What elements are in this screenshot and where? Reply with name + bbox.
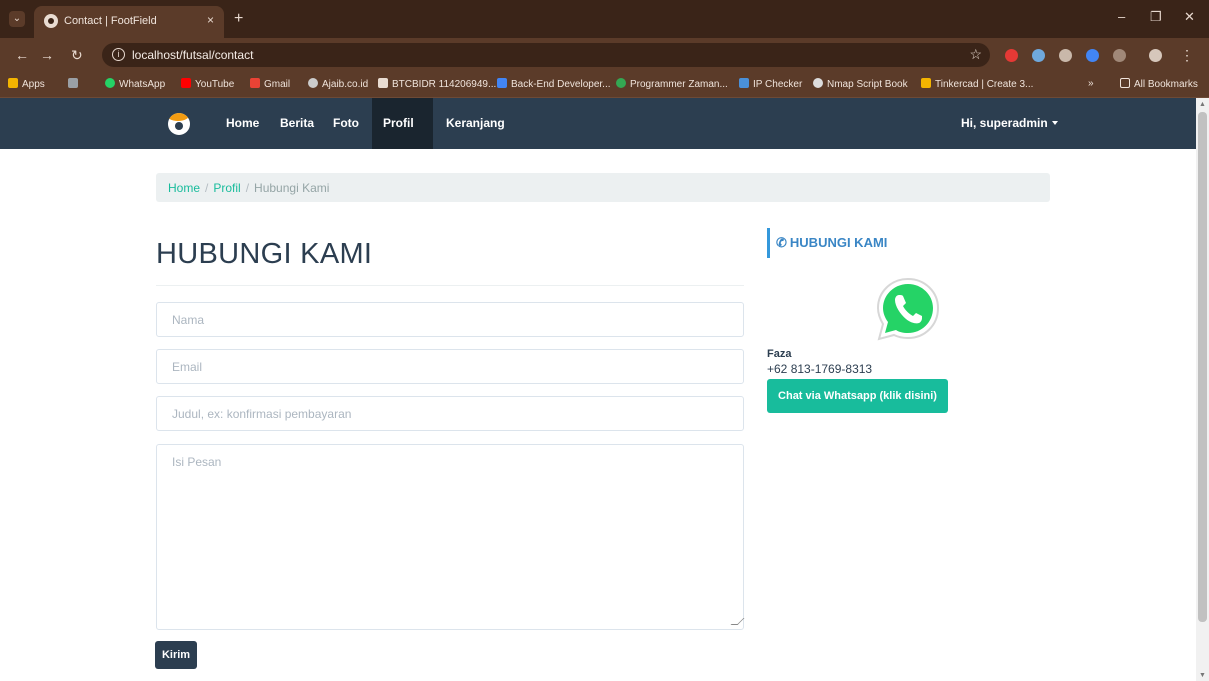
title-divider bbox=[156, 285, 744, 286]
bookmark-ipchecker[interactable]: IP Checker bbox=[739, 78, 802, 90]
tab-search-chevron-icon[interactable]: ⌄ bbox=[9, 11, 25, 27]
forward-icon[interactable]: → bbox=[40, 47, 54, 63]
minimize-icon[interactable]: – bbox=[1118, 9, 1125, 24]
close-window-icon[interactable]: ✕ bbox=[1184, 9, 1195, 25]
page-scrollbar[interactable]: ▲ ▼ bbox=[1196, 98, 1209, 681]
extension-shield-icon[interactable] bbox=[1086, 49, 1099, 62]
nav-home[interactable]: Home bbox=[215, 98, 270, 149]
bookmark-tinkercad[interactable]: Tinkercad | Create 3... bbox=[921, 78, 1033, 90]
breadcrumb: Home / Profil / Hubungi Kami bbox=[156, 173, 1050, 202]
subject-input[interactable] bbox=[156, 396, 744, 431]
whatsapp-chat-button[interactable]: Chat via Whatsapp (klik disini) bbox=[767, 379, 948, 413]
name-input[interactable] bbox=[156, 302, 744, 337]
scroll-down-icon[interactable]: ▼ bbox=[1199, 672, 1206, 679]
gmail-icon bbox=[250, 78, 260, 88]
browser-tab-active[interactable]: Contact | FootField × bbox=[34, 6, 224, 38]
breadcrumb-separator: / bbox=[205, 181, 209, 195]
site-logo-icon[interactable] bbox=[168, 113, 190, 135]
whatsapp-icon bbox=[105, 78, 115, 88]
bookmark-whatsapp[interactable]: WhatsApp bbox=[105, 78, 165, 90]
new-tab-icon[interactable]: + bbox=[234, 10, 243, 28]
all-bookmarks[interactable]: All Bookmarks bbox=[1120, 78, 1198, 90]
page-title: HUBUNGI KAMI bbox=[156, 238, 373, 270]
apps-grid-icon bbox=[8, 78, 18, 88]
browser-menu-icon[interactable]: ⋮ bbox=[1180, 47, 1194, 64]
contact-name: Faza bbox=[767, 348, 792, 360]
phone-icon: ✆ bbox=[776, 235, 787, 250]
page-viewport: Home Berita Foto Profil Keranjang Hi, su… bbox=[0, 98, 1196, 681]
whatsapp-logo-icon bbox=[876, 277, 940, 341]
bookmark-gmail[interactable]: Gmail bbox=[250, 78, 290, 90]
address-url[interactable]: localhost/futsal/contact bbox=[132, 48, 253, 62]
globe-icon bbox=[308, 78, 318, 88]
folder-icon bbox=[1120, 78, 1130, 88]
back-icon[interactable]: ← bbox=[15, 47, 29, 63]
extension-font-icon[interactable] bbox=[1059, 49, 1072, 62]
g-icon bbox=[497, 78, 507, 88]
message-textarea[interactable] bbox=[156, 444, 744, 630]
user-menu[interactable]: Hi, superadmin bbox=[950, 98, 1069, 149]
bookmark-backend[interactable]: Back-End Developer... bbox=[497, 78, 611, 90]
site-info-icon[interactable]: i bbox=[112, 48, 125, 61]
extension-red-icon[interactable] bbox=[1005, 49, 1018, 62]
site-favicon-icon bbox=[44, 14, 58, 28]
scroll-up-icon[interactable]: ▲ bbox=[1199, 101, 1206, 108]
bookmark-star-icon[interactable]: ☆ bbox=[969, 46, 982, 63]
bookmark-btcbidr[interactable]: BTCBIDR 114206949... bbox=[378, 78, 496, 90]
tab-close-icon[interactable]: × bbox=[207, 13, 214, 27]
email-input[interactable] bbox=[156, 349, 744, 384]
restore-icon[interactable]: ❐ bbox=[1150, 9, 1162, 25]
youtube-icon bbox=[181, 78, 191, 88]
bookmark-ajaib[interactable]: Ajaib.co.id bbox=[308, 78, 368, 90]
bookmark-apps[interactable]: Apps bbox=[8, 78, 45, 90]
bookmark-youtube[interactable]: YouTube bbox=[181, 78, 234, 90]
nav-profil[interactable]: Profil bbox=[372, 98, 433, 176]
extension-blue-icon[interactable] bbox=[1032, 49, 1045, 62]
bookmark-programmer[interactable]: Programmer Zaman... bbox=[616, 78, 728, 90]
bookmark-grid[interactable] bbox=[68, 78, 82, 90]
extensions-puzzle-icon[interactable] bbox=[1113, 49, 1126, 62]
caret-down-icon bbox=[1051, 121, 1058, 125]
breadcrumb-separator: / bbox=[245, 181, 250, 195]
browser-tab-bar: ⌄ Contact | FootField × + – ❐ ✕ bbox=[0, 0, 1209, 38]
tinkercad-icon bbox=[921, 78, 931, 88]
tab-title: Contact | FootField bbox=[64, 15, 157, 27]
sidebar-heading: ✆ HUBUNGI KAMI bbox=[767, 228, 887, 258]
breadcrumb-profil[interactable]: Profil bbox=[213, 181, 240, 195]
breadcrumb-current: Hubungi Kami bbox=[254, 181, 330, 195]
scroll-thumb[interactable] bbox=[1198, 112, 1207, 622]
circle-icon bbox=[616, 78, 626, 88]
bookmarks-bar: Apps WhatsApp YouTube Gmail Ajaib.co.id … bbox=[0, 72, 1209, 98]
bookmark-nmap[interactable]: Nmap Script Book bbox=[813, 78, 908, 90]
ip-icon bbox=[739, 78, 749, 88]
tradingview-icon bbox=[378, 78, 388, 88]
grid-icon bbox=[68, 78, 78, 88]
nav-berita[interactable]: Berita bbox=[269, 98, 325, 149]
more-bookmarks-icon[interactable]: » bbox=[1088, 78, 1094, 89]
reload-icon[interactable]: ↻ bbox=[71, 47, 83, 64]
nav-foto[interactable]: Foto bbox=[322, 98, 370, 149]
site-navbar: Home Berita Foto Profil Keranjang Hi, su… bbox=[0, 98, 1196, 176]
profile-avatar-icon[interactable] bbox=[1149, 49, 1162, 62]
eye-icon bbox=[813, 78, 823, 88]
address-toolbar: ← → ↻ i localhost/futsal/contact ☆ ⋮ bbox=[0, 38, 1209, 72]
nav-keranjang[interactable]: Keranjang bbox=[435, 98, 516, 149]
submit-button[interactable]: Kirim bbox=[155, 641, 197, 669]
contact-phone: +62 813-1769-8313 bbox=[767, 362, 873, 376]
address-bar[interactable]: i localhost/futsal/contact ☆ bbox=[102, 43, 990, 67]
breadcrumb-home[interactable]: Home bbox=[168, 181, 200, 195]
